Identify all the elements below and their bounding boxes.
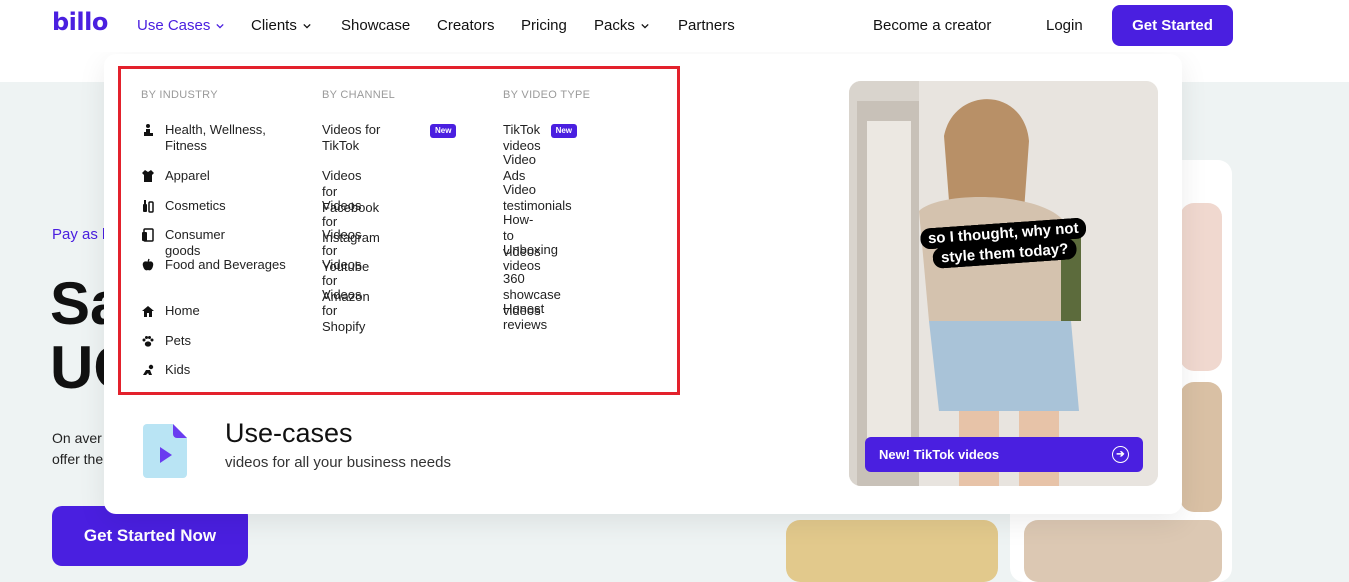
industry-item-cosmetics[interactable]: Cosmetics [141,198,226,214]
industry-item-food[interactable]: Food and Beverages [141,257,291,273]
industry-item-label: Cosmetics [165,198,226,213]
chevron-down-icon [303,23,311,29]
industry-item-label: Home [165,303,200,318]
background-thumbnail-woman [1180,382,1222,512]
become-creator-link[interactable]: Become a creator [873,17,991,34]
industry-item-consumer-goods[interactable]: Consumer goods [141,227,225,259]
industry-item-label: Consumer goods [165,227,225,258]
industry-item-apparel[interactable]: Apparel [141,168,210,184]
nav-partners[interactable]: Partners [678,17,735,34]
hero-description-line-1: On aver [52,430,102,446]
industry-item-label: Apparel [165,168,210,183]
use-cases-menu-highlight: BY INDUSTRY Health, Wellness, Fitness Ap… [118,66,680,395]
home-icon [142,306,154,317]
by-channel-heading: BY CHANNEL [322,89,396,101]
video-type-item-reviews[interactable]: Honest reviews [503,301,547,333]
video-type-item-label: Video testimonials [503,182,572,213]
apparel-icon [142,170,154,182]
promo-video-thumbnail [849,81,1158,486]
arrow-right-circle-icon: ➔ [1112,446,1129,463]
apple-icon [142,258,154,271]
channel-item-label: Videos for TikTok [322,122,381,153]
nav-use-cases-label: Use Cases [137,17,211,34]
top-navbar: billo Use Cases Clients Showcase Creator… [0,0,1349,52]
industry-item-kids[interactable]: Kids [141,362,190,378]
video-type-item-tiktok[interactable]: TikTok videos New [503,122,578,154]
channel-item-shopify[interactable]: Videos for Shopify [322,287,365,335]
nav-creators[interactable]: Creators [437,17,495,34]
nav-showcase[interactable]: Showcase [341,17,410,34]
nav-clients-label: Clients [251,17,297,34]
industry-item-label: Health, Wellness, Fitness [165,122,266,153]
new-badge: New [430,124,457,138]
background-thumbnail-eating [1024,520,1222,582]
consumer-goods-icon [142,228,154,242]
industry-item-label: Pets [165,333,192,348]
hero-kicker: Pay as l [52,226,106,243]
new-badge: New [550,124,578,138]
video-type-item-label: Unboxing videos [503,242,558,273]
video-type-item-label: Video Ads [503,152,537,183]
tiktok-promo-video[interactable]: so I thought, why not style them today? … [849,81,1158,486]
paw-icon [142,336,154,347]
chevron-down-icon [641,23,649,29]
nav-clients[interactable]: Clients [251,17,311,34]
nav-packs-label: Packs [594,17,635,34]
use-cases-subtitle: videos for all your business needs [225,454,451,471]
by-industry-heading: BY INDUSTRY [141,89,218,101]
channel-item-tiktok[interactable]: Videos for TikTok New [322,122,457,154]
industry-item-label: Food and Beverages [165,257,286,272]
nav-packs[interactable]: Packs [594,17,649,34]
get-started-now-button[interactable]: Get Started Now [52,506,248,566]
fitness-icon [144,124,153,136]
video-type-item-testimonials[interactable]: Video testimonials [503,182,572,214]
background-thumbnail-hand [1180,203,1222,371]
login-link[interactable]: Login [1046,17,1083,34]
video-type-item-label: Honest reviews [503,301,548,332]
billo-logo[interactable]: billo [52,8,108,36]
by-video-type-heading: BY VIDEO TYPE [503,89,591,101]
kids-icon [143,364,154,375]
video-file-icon [143,424,187,478]
cosmetics-icon [143,200,154,213]
promo-button-label: New! TikTok videos [879,447,1000,462]
get-started-button[interactable]: Get Started [1112,5,1233,46]
use-cases-title: Use-cases [225,418,353,448]
use-cases-dropdown: BY INDUSTRY Health, Wellness, Fitness Ap… [104,54,1182,514]
hero-description-line-2: offer the [52,451,104,467]
hero-description: On aver offer the [52,428,112,470]
video-type-item-label: TikTok videos [503,122,541,153]
new-tiktok-videos-button[interactable]: New! TikTok videos ➔ [865,437,1143,472]
industry-item-home[interactable]: Home [141,303,200,319]
video-type-item-ads[interactable]: Video Ads [503,152,536,184]
industry-item-label: Kids [165,362,191,377]
industry-item-health[interactable]: Health, Wellness, Fitness [141,122,291,154]
industry-item-pets[interactable]: Pets [141,333,191,349]
channel-item-label: Videos for Shopify [322,287,366,334]
nav-use-cases[interactable]: Use Cases [137,17,225,34]
video-type-item-unboxing[interactable]: Unboxing videos [503,242,558,274]
nav-pricing[interactable]: Pricing [521,17,567,34]
chevron-down-icon [216,23,225,29]
background-thumbnail-product [786,520,998,582]
